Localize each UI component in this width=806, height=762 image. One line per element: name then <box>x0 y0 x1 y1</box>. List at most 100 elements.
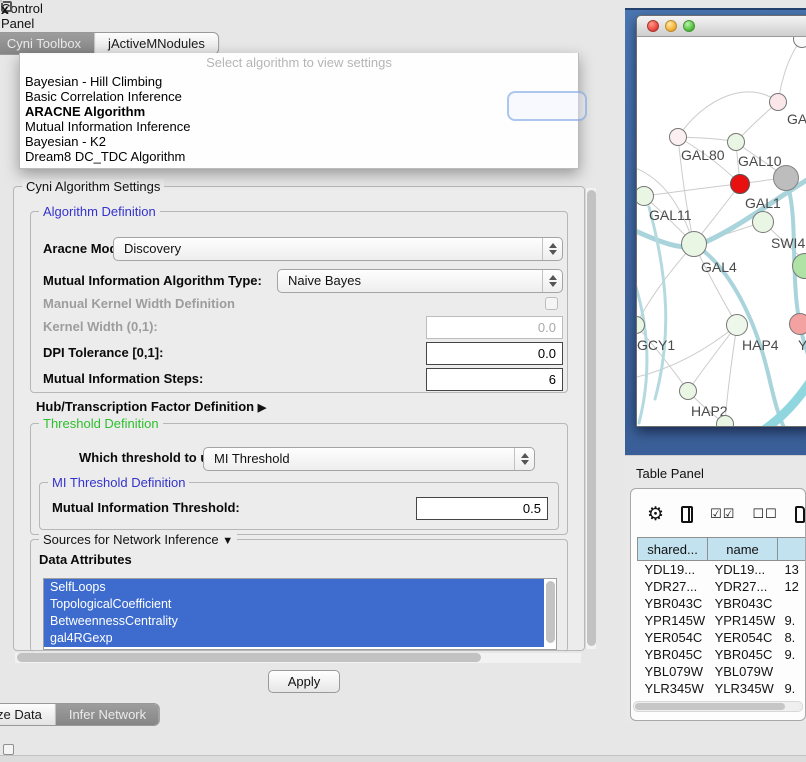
expand-right-icon[interactable]: ▶ <box>258 402 266 414</box>
minimize-window-icon[interactable] <box>665 20 677 32</box>
node-y[interactable] <box>789 313 806 335</box>
table-cell[interactable]: YER054C <box>708 629 778 646</box>
table-cell[interactable]: YIL052C <box>708 697 778 701</box>
table-cell[interactable]: YDR27... <box>708 578 778 595</box>
restore-panel-icon[interactable] <box>3 744 14 755</box>
algorithm-option[interactable]: Basic Correlation Inference <box>20 89 578 104</box>
gear-icon[interactable]: ⚙ <box>647 505 664 524</box>
select-all-icon[interactable]: ☑☑ <box>710 506 735 522</box>
close-window-icon[interactable] <box>647 20 659 32</box>
threshold-definition-title: Threshold Definition <box>39 416 163 431</box>
tab-discretize-data[interactable]: Discretize Data <box>0 704 56 725</box>
table-cell[interactable]: 12 <box>777 578 806 595</box>
apply-button[interactable]: Apply <box>268 670 340 693</box>
table-cell[interactable]: 9. <box>777 646 806 663</box>
mi-threshold-field[interactable]: 0.5 <box>416 497 548 520</box>
table-cell[interactable]: YBL079W <box>638 663 708 680</box>
settings-horizontal-scrollbar[interactable] <box>15 653 581 663</box>
columns-icon[interactable] <box>681 506 693 523</box>
threshold-definition-group: Threshold Definition Which threshold to … <box>30 423 568 535</box>
table-cell[interactable]: YLR345W <box>708 680 778 697</box>
list-scrollbar[interactable] <box>546 581 555 643</box>
tab-jactivemnodules[interactable]: jActiveMNodules <box>95 33 218 54</box>
data-attributes-list[interactable]: SelfLoopsTopologicalCoefficientBetweenne… <box>43 578 557 650</box>
table-row[interactable]: YLR345WYLR345W9. <box>638 680 806 697</box>
column-header[interactable]: name <box>708 538 778 561</box>
table-cell[interactable]: YPR145W <box>708 612 778 629</box>
aracne-mode-combo[interactable]: Discovery <box>113 237 563 261</box>
dropdown-header: Select algorithm to view settings <box>20 55 578 70</box>
mi-steps-field[interactable]: 6 <box>426 368 563 391</box>
table-cell[interactable]: YBL079W <box>708 663 778 680</box>
column-header[interactable]: shared... <box>638 538 708 561</box>
settings-vertical-scrollbar[interactable] <box>585 188 596 649</box>
hub-definition-expander[interactable]: Hub/Transcription Factor Definition ▶ <box>36 399 266 414</box>
table-row[interactable]: YBR045CYBR045C9. <box>638 646 806 663</box>
kernel-width-field[interactable]: 0.0 <box>426 316 563 339</box>
network-canvas[interactable]: GALGAL80GAL10GAL1GAL11SWI4GAL4GCY1HAP4YH… <box>637 37 806 426</box>
node[interactable] <box>716 415 734 426</box>
node-swi4[interactable] <box>752 211 774 233</box>
table-cell[interactable]: 9 <box>777 697 806 701</box>
table-cell[interactable]: 13 <box>777 561 806 578</box>
mi-type-combo[interactable]: Naive Bayes <box>277 269 563 293</box>
column-header[interactable] <box>777 538 806 561</box>
node-gal4[interactable] <box>681 231 707 257</box>
zoom-window-icon[interactable] <box>683 20 695 32</box>
algorithm-option[interactable]: Dream8 DC_TDC Algorithm <box>20 149 578 164</box>
algorithm-option[interactable]: Bayesian - Hill Climbing <box>20 74 578 89</box>
table-cell[interactable] <box>777 663 806 680</box>
which-threshold-combo[interactable]: MI Threshold <box>203 447 535 471</box>
attribute-item[interactable]: TopologicalCoefficient <box>44 596 544 613</box>
dpi-tolerance-field[interactable]: 0.0 <box>426 342 563 365</box>
tab-infer-network[interactable]: Infer Network <box>56 704 159 725</box>
algorithm-option[interactable]: Bayesian - K2 <box>20 134 578 149</box>
table-cell[interactable]: 9. <box>777 680 806 697</box>
table-row[interactable]: YDL19...YDL19...13 <box>638 561 806 578</box>
table-row[interactable]: YBR043CYBR043C <box>638 595 806 612</box>
table-cell[interactable]: 8. <box>777 629 806 646</box>
table-cell[interactable]: YLR345W <box>638 680 708 697</box>
spinner-arrows-icon <box>514 448 534 470</box>
table-cell[interactable]: YBR045C <box>638 646 708 663</box>
node-gal1[interactable] <box>730 174 750 194</box>
algorithm-option[interactable]: ARACNE Algorithm <box>20 104 578 119</box>
mi-type-label: Mutual Information Algorithm Type: <box>43 269 262 293</box>
table-row[interactable]: YPR145WYPR145W9. <box>638 612 806 629</box>
network-window-titlebar[interactable] <box>637 16 806 37</box>
close-icon[interactable]: x <box>1 1 9 17</box>
table-cell[interactable]: 9. <box>777 612 806 629</box>
attribute-item[interactable]: SelfLoops <box>44 579 544 596</box>
table-horizontal-scrollbar[interactable] <box>633 701 803 712</box>
table-cell[interactable]: YBR043C <box>638 595 708 612</box>
deselect-all-icon[interactable]: ☐☐ <box>752 506 777 522</box>
node-hap4[interactable] <box>726 314 748 336</box>
collapse-down-icon[interactable]: ▼ <box>222 535 233 547</box>
table-row[interactable]: YDR27...YDR27...12 <box>638 578 806 595</box>
table-row[interactable]: YIL052CYIL052C9 <box>638 697 806 701</box>
table-cell[interactable]: YDL19... <box>708 561 778 578</box>
table-cell[interactable]: YBR043C <box>708 595 778 612</box>
node-gal[interactable] <box>769 93 787 111</box>
table-cell[interactable]: YDL19... <box>638 561 708 578</box>
attribute-item[interactable]: gal4RGexp <box>44 630 544 647</box>
table-cell[interactable]: YDR27... <box>638 578 708 595</box>
table-cell[interactable]: YPR145W <box>638 612 708 629</box>
algorithm-option[interactable]: Mutual Information Inference <box>20 119 578 134</box>
table-row[interactable]: YER054CYER054C8. <box>638 629 806 646</box>
node[interactable] <box>773 165 799 191</box>
manual-kernel-checkbox[interactable] <box>545 297 558 310</box>
bottom-tabbar: Impute DataDiscretize DataInfer Network <box>0 703 160 726</box>
table-cell[interactable] <box>777 595 806 612</box>
node-label: GAL80 <box>681 147 725 163</box>
node-gal80[interactable] <box>669 128 687 146</box>
tab-cyni-toolbox[interactable]: Cyni Toolbox <box>0 33 95 54</box>
new-table-icon[interactable] <box>795 506 805 523</box>
node-gal10[interactable] <box>727 133 745 151</box>
table-cell[interactable]: YIL052C <box>638 697 708 701</box>
table-cell[interactable]: YBR045C <box>708 646 778 663</box>
table-cell[interactable]: YER054C <box>638 629 708 646</box>
node-hap2[interactable] <box>679 382 697 400</box>
table-row[interactable]: YBL079WYBL079W <box>638 663 806 680</box>
attribute-item[interactable]: BetweennessCentrality <box>44 613 544 630</box>
